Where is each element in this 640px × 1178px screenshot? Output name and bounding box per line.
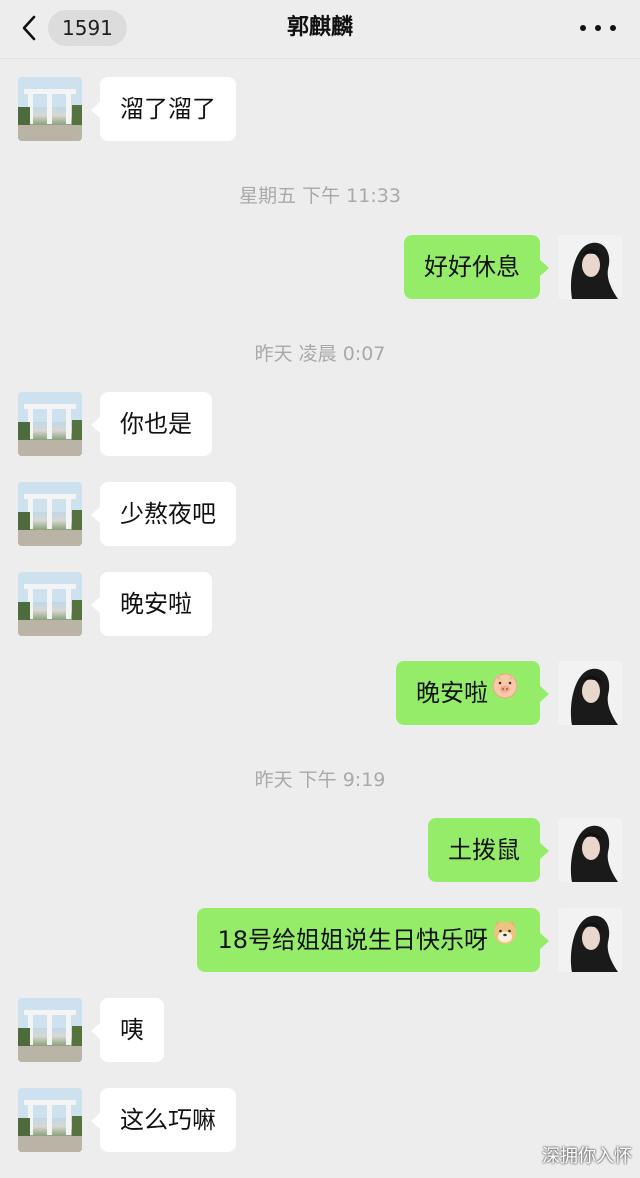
chat-header: 1591 郭麒麟 — [0, 0, 640, 59]
contact-avatar[interactable] — [18, 1088, 82, 1152]
message-bubble-received[interactable]: 这么巧嘛 — [91, 1088, 236, 1152]
more-dots-icon[interactable] — [580, 14, 616, 42]
message-bubble-sent[interactable]: 好好休息 — [404, 235, 549, 299]
message-bubble-sent[interactable]: 18号给姐姐说生日快乐呀 — [197, 907, 549, 972]
message-bubble-received[interactable]: 溜了溜了 — [91, 77, 236, 141]
timestamp: 星期五 下午 11:33 — [239, 185, 401, 207]
message-bubble-received[interactable]: 晚安啦 — [91, 572, 212, 636]
contact-avatar[interactable] — [18, 77, 82, 141]
message-text: 18号给姐姐说生日快乐呀 — [217, 926, 488, 954]
timestamp: 昨天 下午 9:19 — [254, 769, 386, 791]
message-row: 18号给姐姐说生日快乐呀 — [0, 908, 640, 972]
message-bubble-sent[interactable]: 晚安啦 — [396, 660, 549, 725]
message-bubble-received[interactable]: 咦 — [91, 998, 164, 1062]
message-bubble-sent[interactable]: 土拨鼠 — [428, 818, 549, 882]
user-avatar[interactable] — [558, 235, 622, 299]
pig-face-emoji — [490, 660, 520, 724]
user-avatar[interactable] — [558, 661, 622, 725]
message-row: 晚安啦 — [0, 572, 640, 636]
message-row: 晚安啦 — [0, 661, 640, 725]
user-avatar[interactable] — [558, 818, 622, 882]
message-row: 少熬夜吧 — [0, 482, 640, 546]
message-text: 晚安啦 — [416, 679, 488, 707]
timestamp: 昨天 凌晨 0:07 — [254, 343, 386, 365]
message-row: 好好休息 — [0, 235, 640, 299]
watermark: 深拥你入怀 — [542, 1146, 632, 1167]
message-bubble-received[interactable]: 少熬夜吧 — [91, 482, 236, 546]
chat-title: 郭麒麟 — [286, 15, 353, 40]
message-row: 咦 — [0, 998, 640, 1062]
contact-avatar[interactable] — [18, 482, 82, 546]
contact-avatar[interactable] — [18, 572, 82, 636]
message-row: 溜了溜了 — [0, 77, 640, 141]
user-avatar[interactable] — [558, 908, 622, 972]
message-row: 土拨鼠 — [0, 818, 640, 882]
contact-avatar[interactable] — [18, 998, 82, 1062]
contact-avatar[interactable] — [18, 392, 82, 456]
message-row: 你也是 — [0, 392, 640, 456]
dog-face-emoji — [490, 907, 520, 971]
message-bubble-received[interactable]: 你也是 — [91, 392, 212, 456]
